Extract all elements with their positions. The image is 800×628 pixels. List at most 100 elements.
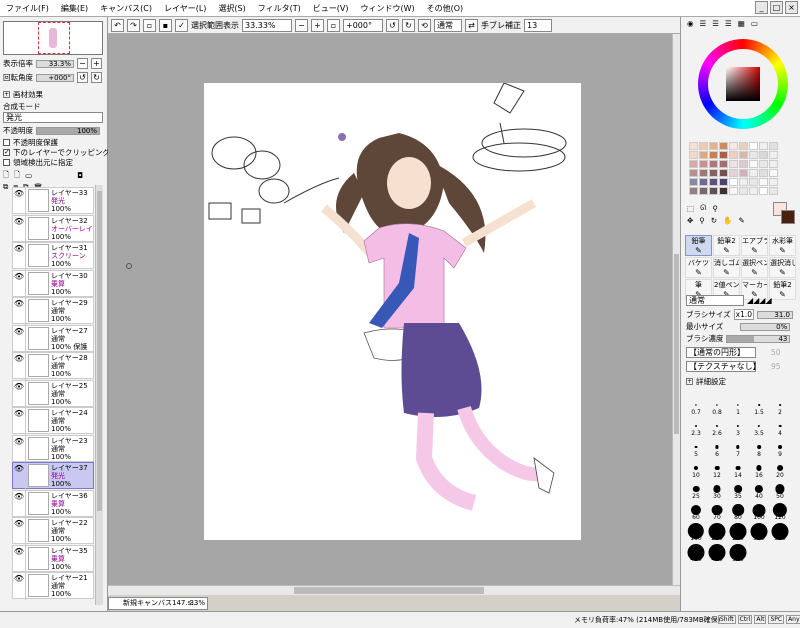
tool-4[interactable]: バケツ ✎ bbox=[685, 257, 712, 278]
visibility-eye-icon[interactable]: 👁 bbox=[13, 408, 26, 435]
tool-1[interactable]: 鉛筆2 ✎ bbox=[713, 235, 740, 256]
tool-3[interactable]: 水彩筆 ✎ bbox=[769, 235, 796, 256]
brush-size-cell[interactable]: 500 bbox=[728, 543, 748, 563]
color-swatch[interactable] bbox=[729, 160, 738, 168]
color-swatch[interactable] bbox=[709, 142, 718, 150]
navigator-thumbnail[interactable] bbox=[3, 21, 103, 55]
layer-item[interactable]: 👁 レイヤー21 通常 100% bbox=[12, 572, 94, 600]
visibility-eye-icon[interactable]: 👁 bbox=[13, 270, 26, 298]
tool-7[interactable]: 選択消し ✎ bbox=[769, 257, 796, 278]
document-tab[interactable]: 新規キャンバス147.s... 33% bbox=[108, 597, 208, 610]
rotation-select[interactable]: +000° bbox=[343, 18, 383, 32]
layer-settings-icon[interactable]: ◘ bbox=[77, 171, 83, 180]
color-swatch[interactable] bbox=[719, 187, 728, 195]
visibility-eye-icon[interactable]: 👁 bbox=[13, 353, 26, 380]
zoom-out-button[interactable]: − bbox=[295, 18, 308, 32]
tool-11[interactable]: 鉛筆2 ✎ bbox=[769, 279, 796, 300]
brush-size-cell[interactable]: 0.7 bbox=[686, 396, 706, 416]
color-swatch[interactable] bbox=[689, 187, 698, 195]
new-folder-icon[interactable]: ▭ bbox=[25, 171, 32, 180]
color-swatch[interactable] bbox=[739, 151, 748, 159]
color-swatch[interactable] bbox=[719, 151, 728, 159]
color-swatch[interactable] bbox=[719, 142, 728, 150]
visibility-eye-icon[interactable]: 👁 bbox=[13, 298, 26, 325]
undo-button[interactable]: ↶ bbox=[111, 18, 124, 32]
canvas-vscroll-thumb[interactable] bbox=[674, 254, 679, 434]
clipping-checkbox[interactable]: ✓ bbox=[3, 149, 10, 156]
new-linked-layer-icon[interactable]: 🗋 bbox=[14, 169, 20, 182]
brush-size-cell[interactable]: 160 bbox=[686, 522, 706, 542]
brush-size-cell[interactable]: 120 bbox=[770, 501, 790, 521]
maximize-button[interactable]: □ bbox=[770, 1, 783, 14]
color-swatch[interactable] bbox=[749, 169, 758, 177]
canvas-hscroll-thumb[interactable] bbox=[294, 587, 484, 594]
brush-size-cell[interactable]: 40 bbox=[749, 480, 769, 500]
color-swatch[interactable] bbox=[729, 151, 738, 159]
tool-6[interactable]: 選択ペン ✎ bbox=[741, 257, 768, 278]
brush-size-cell[interactable]: 80 bbox=[728, 501, 748, 521]
visibility-eye-icon[interactable]: 👁 bbox=[13, 188, 26, 215]
visibility-eye-icon[interactable]: 👁 bbox=[13, 490, 26, 518]
color-swatch[interactable] bbox=[719, 160, 728, 168]
magic-wand-icon[interactable]: ⚲ bbox=[712, 204, 718, 213]
color-swatch[interactable] bbox=[719, 169, 728, 177]
lasso-icon[interactable]: ᘏ bbox=[700, 203, 706, 213]
brush-size-cell[interactable]: 30 bbox=[707, 480, 727, 500]
secondary-color[interactable] bbox=[781, 210, 795, 224]
color-wheel-toggle-icon[interactable]: ◉ bbox=[687, 19, 694, 28]
brush-size-cell[interactable]: 10 bbox=[686, 459, 706, 479]
rotate-tool-icon[interactable]: ↻ bbox=[711, 216, 717, 225]
color-wheel[interactable] bbox=[698, 39, 788, 129]
layer-item[interactable]: 👁 レイヤー23 通常 100% bbox=[12, 434, 94, 463]
menu-item[interactable]: ビュー(V) bbox=[307, 0, 355, 17]
color-swatch[interactable] bbox=[689, 178, 698, 186]
color-swatch[interactable] bbox=[749, 187, 758, 195]
brush-size-cell[interactable]: 16 bbox=[749, 459, 769, 479]
zoom-in-button[interactable]: + bbox=[311, 18, 324, 32]
color-swatch[interactable] bbox=[709, 151, 718, 159]
angle-slider[interactable]: +000° bbox=[36, 73, 74, 82]
expand-icon[interactable]: + bbox=[3, 91, 10, 98]
color-swatch[interactable] bbox=[699, 178, 708, 186]
brush-size-cell[interactable]: 0.8 bbox=[707, 396, 727, 416]
brush-size-cell[interactable]: 8 bbox=[749, 438, 769, 458]
color-swatch[interactable] bbox=[719, 178, 728, 186]
layer-item[interactable]: 👁 レイヤー28 通常 100% bbox=[12, 352, 94, 380]
drawing-canvas[interactable] bbox=[204, 82, 581, 540]
nav-rotate-right-button[interactable]: ↻ bbox=[91, 72, 102, 83]
invert-selection-button[interactable]: ▪ bbox=[159, 18, 172, 32]
menu-item[interactable]: キャンバス(C) bbox=[94, 0, 158, 17]
stabilizer-select[interactable]: 13 bbox=[524, 18, 552, 32]
brush-size-cell[interactable]: 3.5 bbox=[749, 417, 769, 437]
visibility-eye-icon[interactable]: 👁 bbox=[13, 380, 26, 408]
rect-select-icon[interactable]: ⬚ bbox=[687, 204, 694, 213]
region-source-checkbox[interactable] bbox=[3, 159, 10, 166]
layer-scroll-thumb[interactable] bbox=[97, 191, 102, 511]
minimize-button[interactable]: _ bbox=[755, 1, 768, 14]
brush-size-cell[interactable]: 70 bbox=[707, 501, 727, 521]
brush-size-cell[interactable]: 350 bbox=[770, 522, 790, 542]
color-swatch[interactable] bbox=[759, 160, 768, 168]
menu-item[interactable]: フィルタ(T) bbox=[252, 0, 307, 17]
brush-size-cell[interactable]: 9 bbox=[770, 438, 790, 458]
color-swatch[interactable] bbox=[739, 160, 748, 168]
brush-size-cell[interactable]: 3 bbox=[728, 417, 748, 437]
tool-2[interactable]: エアブラシ✎ bbox=[741, 235, 768, 256]
color-swatch[interactable] bbox=[769, 178, 778, 186]
color-swatch[interactable] bbox=[759, 142, 768, 150]
layer-item[interactable]: 👁 レイヤー33 発光 100% bbox=[12, 187, 94, 215]
color-swatch[interactable] bbox=[699, 169, 708, 177]
zoom-select[interactable]: 33.33% bbox=[242, 18, 292, 32]
color-swatch[interactable] bbox=[769, 169, 778, 177]
zoom-tool-icon[interactable]: ⚲ bbox=[699, 216, 705, 225]
color-swatch[interactable] bbox=[769, 187, 778, 195]
layer-item[interactable]: 👁 レイヤー24 通常 100% bbox=[12, 407, 94, 435]
brush-size-cell[interactable]: 6 bbox=[707, 438, 727, 458]
brush-size-cell[interactable]: 2.3 bbox=[686, 417, 706, 437]
color-swatch[interactable] bbox=[739, 178, 748, 186]
color-swatch[interactable] bbox=[759, 187, 768, 195]
color-swatch[interactable] bbox=[739, 142, 748, 150]
color-swatch[interactable] bbox=[759, 151, 768, 159]
color-swatch[interactable] bbox=[699, 151, 708, 159]
visibility-eye-icon[interactable]: 👁 bbox=[13, 215, 26, 243]
